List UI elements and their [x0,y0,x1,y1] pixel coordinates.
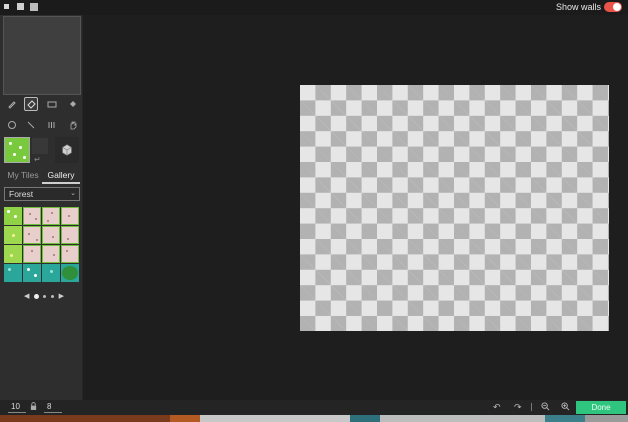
undo-icon[interactable]: ↶ [493,402,501,412]
flower-dot [7,210,10,213]
flower-dot [12,234,15,237]
pebble-dot [47,220,49,222]
pebble-dot [52,236,54,238]
page-dot[interactable] [51,294,55,298]
palette-tile[interactable] [23,226,41,244]
top-bar: Show walls [0,0,628,15]
tile-palette [4,207,80,283]
flower-dot [10,254,13,257]
palette-tile[interactable] [4,207,22,225]
tab-gallery[interactable]: Gallery [42,168,80,184]
toggle-knob [613,3,621,11]
pebble-dot [36,239,38,241]
flower-dot [14,215,17,218]
pebble-dot [35,218,37,220]
flower-dot [13,153,16,156]
cube-icon[interactable] [55,137,79,163]
width-input[interactable]: 10 [8,401,26,413]
palette-tile[interactable] [23,264,41,282]
strip-segment [170,415,200,422]
flower-dot [50,270,53,273]
strip-segment [585,415,628,422]
page-dot[interactable] [43,294,47,298]
next-page-icon[interactable]: ▶ [59,292,64,300]
page-dot-active[interactable] [33,293,39,299]
palette-tile[interactable] [61,245,79,263]
flower-dot [19,146,22,149]
palette-tile[interactable] [61,264,79,282]
left-panel: ↵ My Tiles Gallery Forest ⌄ ◀ ▶ [0,15,83,400]
pebble-dot [68,215,70,217]
eraser-icon[interactable] [24,97,38,111]
bottom-bar: 10 8 ↶ ↷ Done [0,400,628,415]
palette-tile[interactable] [4,226,22,244]
redo-icon[interactable]: ↷ [514,402,522,412]
pencil-icon[interactable] [5,97,19,111]
palette-tile[interactable] [4,264,22,282]
palette-tile[interactable] [61,207,79,225]
palette-tile[interactable] [42,264,60,282]
palette-tile[interactable] [4,245,22,263]
done-button[interactable]: Done [576,401,626,414]
palette-tile[interactable] [61,226,79,244]
height-input[interactable]: 8 [44,401,62,413]
line-icon[interactable] [24,118,38,132]
bush-shape [62,266,78,280]
flower-dot [27,268,30,271]
map-canvas[interactable] [300,85,609,331]
strip-segment [545,415,585,422]
window-maximize-control[interactable] [30,3,38,11]
tile-source-tabs: My Tiles Gallery [4,168,80,184]
flower-dot [8,268,11,271]
pebble-dot [31,250,33,252]
toolbar-divider [531,403,532,411]
chevron-down-icon: ⌄ [70,190,76,197]
strip-segment [0,415,170,422]
palette-tile[interactable] [42,245,60,263]
fill-bucket-icon[interactable] [66,97,80,111]
flower-dot [23,156,26,159]
zoom-out-icon[interactable] [541,402,550,413]
secondary-tile-swatch[interactable] [32,138,48,154]
pebble-dot [29,213,31,215]
palette-tile[interactable] [42,226,60,244]
background-strip [0,415,628,422]
lock-icon[interactable] [30,402,37,413]
window-minimize-control[interactable] [17,3,24,10]
tileset-select-value: Forest [9,189,34,199]
palette-tile[interactable] [23,245,41,263]
tab-my-tiles[interactable]: My Tiles [4,168,42,184]
window-close-control[interactable] [4,4,9,9]
flower-dot [9,142,12,145]
tile-preview [3,16,81,95]
show-walls-label: Show walls [555,2,601,12]
app-window: Show walls ↵ My Tiles Gallery Forest ⌄ ◀… [0,0,628,422]
strip-segment [380,415,545,422]
zoom-in-icon[interactable] [561,402,570,413]
strip-segment [350,415,380,422]
swap-icon[interactable]: ↵ [34,155,41,164]
pattern-icon[interactable] [45,118,59,132]
pebble-dot [67,238,69,240]
flower-dot [34,274,37,277]
pebble-dot [53,254,55,256]
tileset-select[interactable]: Forest ⌄ [4,187,80,201]
palette-pager: ◀ ▶ [24,291,64,301]
pebble-dot [66,250,68,252]
circle-icon[interactable] [5,118,19,132]
prev-page-icon[interactable]: ◀ [24,292,29,300]
hand-icon[interactable] [66,118,80,132]
show-walls-toggle[interactable] [604,2,622,12]
strip-segment [200,415,350,422]
palette-tile[interactable] [42,207,60,225]
palette-tile[interactable] [23,207,41,225]
current-tile-swatch[interactable] [4,137,30,163]
pebble-dot [28,233,30,235]
pebble-dot [51,212,53,214]
rectangle-icon[interactable] [45,97,59,111]
